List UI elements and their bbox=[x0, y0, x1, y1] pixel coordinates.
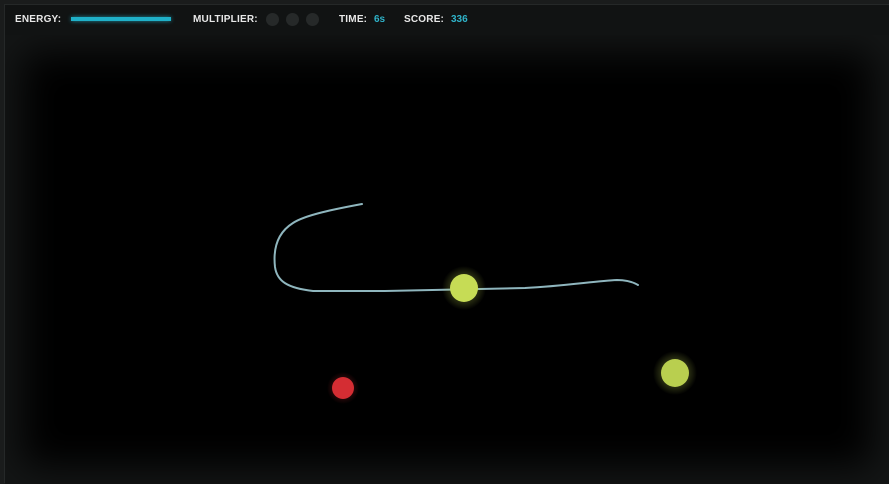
time-label: TIME: bbox=[339, 14, 368, 25]
time-value: 6s bbox=[374, 14, 386, 25]
energy-label: ENERGY: bbox=[15, 14, 62, 25]
multiplier-slot-2 bbox=[286, 13, 299, 26]
multiplier-slot-1 bbox=[266, 13, 279, 26]
enemy-orb bbox=[327, 372, 359, 404]
hud-bar: ENERGY: MULTIPLIER: TIME: 6s SCORE: 336 bbox=[5, 5, 889, 35]
game-arena[interactable] bbox=[5, 35, 889, 484]
score-label: SCORE: bbox=[404, 14, 445, 25]
energy-bar bbox=[71, 17, 171, 21]
score-value: 336 bbox=[451, 14, 468, 25]
multiplier-slot-3 bbox=[306, 13, 319, 26]
player-orb bbox=[442, 266, 486, 310]
arena-canvas bbox=[273, 203, 697, 404]
energy-orb bbox=[653, 351, 697, 395]
game-window: ENERGY: MULTIPLIER: TIME: 6s SCORE: 336 bbox=[4, 4, 889, 484]
multiplier-label: MULTIPLIER: bbox=[193, 14, 258, 25]
energy-bar-fill bbox=[71, 17, 171, 21]
